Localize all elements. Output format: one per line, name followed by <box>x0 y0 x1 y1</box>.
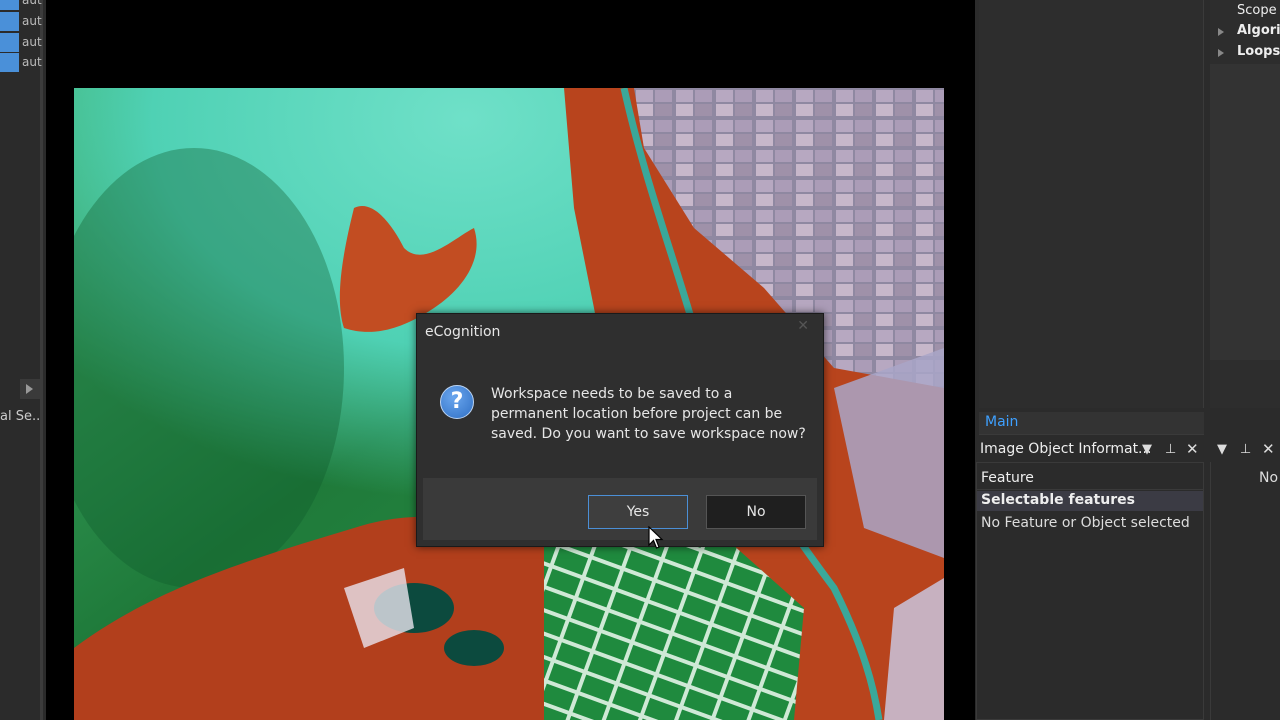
process-tree-panel[interactable] <box>979 0 1204 408</box>
mouse-cursor-icon <box>648 525 664 554</box>
tree-item-algorithm[interactable]: Algorit <box>1237 22 1280 40</box>
no-button[interactable]: No <box>706 495 806 529</box>
feature-column-header[interactable]: Feature <box>977 469 1203 490</box>
expand-icon[interactable] <box>1218 49 1224 57</box>
dialog-title: eCognition <box>425 324 501 340</box>
close-icon[interactable]: ✕ <box>797 318 809 334</box>
empty-state-message: No Feature or Object selected <box>981 515 1190 531</box>
secondary-panel-text: No <box>1259 470 1279 486</box>
left-panel-tab[interactable]: al Se... <box>0 408 40 426</box>
close-icon[interactable]: ✕ <box>1186 440 1199 458</box>
question-icon: ? <box>440 385 474 419</box>
list-item-label[interactable]: aut <box>22 0 42 10</box>
left-panel-divider[interactable] <box>40 0 43 720</box>
dropdown-icon[interactable]: ▼ <box>1142 442 1152 457</box>
list-item-label[interactable]: aut <box>22 12 42 31</box>
list-item-marker[interactable] <box>0 0 19 10</box>
left-panel: aut aut aut aut <box>0 0 46 720</box>
dropdown-icon[interactable]: ▼ <box>1217 442 1227 457</box>
chevron-right-icon <box>26 384 33 394</box>
list-item-label[interactable]: aut <box>22 53 42 72</box>
image-object-info-header: Image Object Informat... ▼ ⊥ ✕ <box>976 438 1204 462</box>
image-object-info-panel: Feature Selectable features No Feature o… <box>976 462 1204 720</box>
close-icon[interactable]: ✕ <box>1262 440 1275 458</box>
save-workspace-dialog: eCognition ✕ ? Workspace needs to be sav… <box>416 313 824 547</box>
tab-main-label: Main <box>985 414 1019 430</box>
feature-column-label: Feature <box>981 470 1034 486</box>
algorithm-panel[interactable] <box>1210 0 1280 408</box>
secondary-panel-header: ▼ ⊥ ✕ <box>1210 438 1280 462</box>
list-item-label[interactable]: aut <box>22 33 42 52</box>
pin-icon[interactable]: ⊥ <box>1165 442 1176 457</box>
tab-main[interactable]: Main <box>979 412 1204 435</box>
tree-item-loops[interactable]: Loops <box>1237 43 1280 61</box>
list-item-marker[interactable] <box>0 53 19 72</box>
dialog-button-bar: Yes No <box>423 478 817 540</box>
list-item-marker[interactable] <box>0 12 19 31</box>
selectable-features-label: Selectable features <box>981 492 1135 508</box>
expand-icon[interactable] <box>1218 28 1224 36</box>
yes-button[interactable]: Yes <box>588 495 688 529</box>
secondary-panel: No <box>1210 462 1280 720</box>
panel-title: Image Object Informat... <box>980 441 1152 457</box>
selectable-features-row[interactable]: Selectable features <box>977 491 1203 511</box>
dialog-message: Workspace needs to be saved to a permane… <box>491 386 806 442</box>
pin-icon[interactable]: ⊥ <box>1240 442 1251 457</box>
algorithm-panel-body <box>1210 64 1280 360</box>
scroll-right-button[interactable] <box>20 379 40 399</box>
list-item-marker[interactable] <box>0 33 19 52</box>
scope-label: Scope <box>1237 3 1277 18</box>
